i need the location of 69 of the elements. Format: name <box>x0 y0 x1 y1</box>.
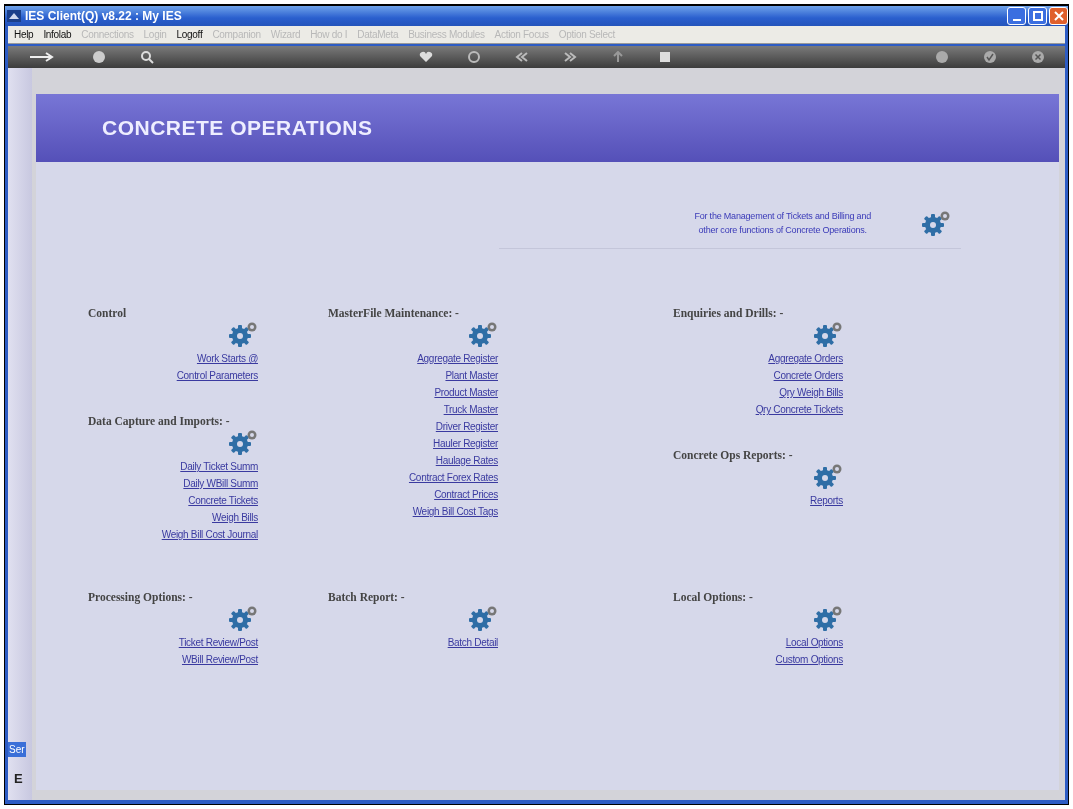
menu-link[interactable]: Daily WBill Summ <box>183 478 258 489</box>
menu-link[interactable]: Work Starts @ <box>196 353 258 364</box>
gears-icon <box>228 605 258 631</box>
circle-icon[interactable] <box>935 50 949 64</box>
rewind-icon[interactable] <box>514 51 529 63</box>
section-heading: Concrete Ops Reports: - <box>673 449 794 461</box>
gears-icon <box>813 605 843 631</box>
menu-link[interactable]: Custom Options <box>775 654 843 665</box>
description-text: For the Management of Tickets and Billing and <box>694 211 871 221</box>
check-icon[interactable] <box>983 50 997 64</box>
menu-link[interactable]: Contract Prices <box>434 489 498 500</box>
menu-link[interactable]: Driver Register <box>435 421 498 432</box>
menu-link[interactable]: Reports <box>810 495 843 506</box>
close-icon[interactable] <box>1031 50 1045 64</box>
section-heading: Processing Options: - <box>88 591 194 603</box>
section-heading: Local Options: - <box>673 591 754 603</box>
gears-icon <box>813 321 843 347</box>
menu-link[interactable]: Control Parameters <box>176 370 258 381</box>
page-title: CONCRETE OPERATIONS <box>102 116 373 140</box>
menu-link[interactable]: Haulage Rates <box>435 455 498 466</box>
minimize-button[interactable] <box>1007 7 1026 25</box>
window-title: IES Client(Q) v8.22 : My IES <box>25 9 182 23</box>
section-heading: Data Capture and Imports: - <box>88 415 231 427</box>
search-icon[interactable] <box>140 50 154 64</box>
menu-link[interactable]: Qry Weigh Bills <box>779 387 843 398</box>
menu-link[interactable]: Weigh Bill Cost Tags <box>412 506 498 517</box>
forward-icon[interactable] <box>562 51 577 63</box>
menu-link[interactable]: Aggregate Register <box>417 353 498 364</box>
menu-link[interactable]: Hauler Register <box>433 438 498 449</box>
gears-icon <box>468 321 498 347</box>
menu-link[interactable]: Aggregate Orders <box>768 353 843 364</box>
section-heading: MasterFile Maintenance: - <box>328 307 460 319</box>
gears-icon <box>813 463 843 489</box>
heart-icon[interactable] <box>418 51 433 63</box>
menu-item[interactable]: Logoff <box>176 29 203 40</box>
menu-link[interactable]: Truck Master <box>443 404 498 415</box>
menu-link[interactable]: WBill Review/Post <box>181 654 258 665</box>
menu-link[interactable]: Weigh Bill Cost Journal <box>161 529 258 540</box>
menu-link[interactable]: Weigh Bills <box>212 512 258 523</box>
close-button[interactable] <box>1049 7 1068 25</box>
minimize-icon <box>1012 19 1021 21</box>
menu-item[interactable]: Help <box>14 29 34 40</box>
section-heading: Batch Report: - <box>328 591 406 603</box>
gears-icon <box>228 429 258 455</box>
circle-icon[interactable] <box>466 50 481 64</box>
menu-link[interactable]: Concrete Orders <box>773 370 843 381</box>
menu-link[interactable]: Concrete Tickets <box>188 495 258 506</box>
menu-link[interactable]: Plant Master <box>445 370 498 381</box>
menu-link[interactable]: Contract Forex Rates <box>408 472 498 483</box>
gears-icon <box>921 210 951 236</box>
menu-link[interactable]: Local Options <box>785 637 843 648</box>
maximize-button[interactable] <box>1028 7 1047 25</box>
maximize-icon <box>1032 11 1043 21</box>
menu-item[interactable]: Infolab <box>43 29 72 40</box>
side-label: E <box>13 771 23 786</box>
menu-link[interactable]: Qry Concrete Tickets <box>755 404 843 415</box>
menu-link[interactable]: Daily Ticket Summ <box>180 461 258 472</box>
gears-icon <box>228 321 258 347</box>
section-heading: Control <box>88 307 128 319</box>
square-icon[interactable] <box>658 51 671 63</box>
menu-link[interactable]: Product Master <box>434 387 498 398</box>
menu-link[interactable]: Batch Detail <box>447 637 498 648</box>
menu-link[interactable]: Ticket Review/Post <box>178 637 258 648</box>
side-tab[interactable]: Ser <box>8 742 26 757</box>
close-icon <box>1053 11 1064 21</box>
description-text: other core functions of Concrete Operations. <box>698 225 867 235</box>
section-heading: Enquiries and Drills: - <box>673 307 785 319</box>
app-icon <box>7 10 21 22</box>
gears-icon <box>468 605 498 631</box>
